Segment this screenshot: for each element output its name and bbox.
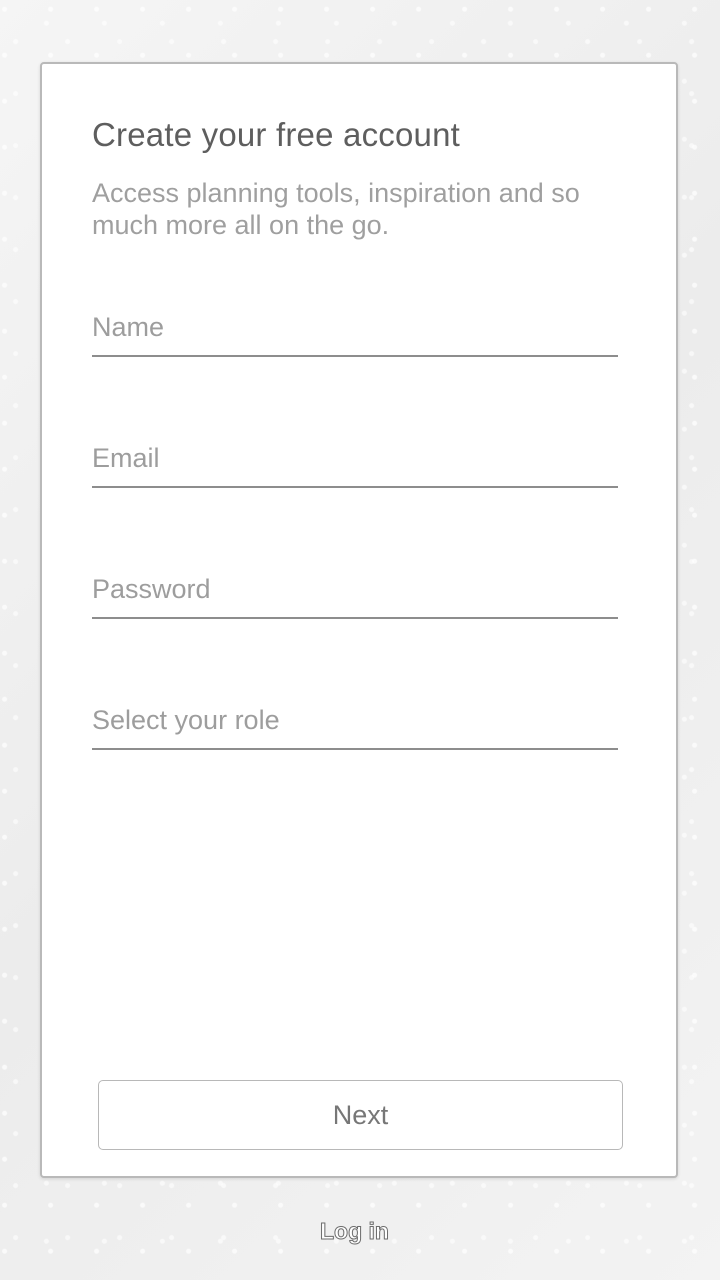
email-field[interactable] xyxy=(92,430,618,488)
signup-card: Create your free account Access planning… xyxy=(40,62,678,1178)
email-input[interactable] xyxy=(92,430,618,486)
role-select-value[interactable]: Select your role xyxy=(92,692,618,748)
page-subtitle: Access planning tools, inspiration and s… xyxy=(92,178,580,240)
page-title: Create your free account xyxy=(92,116,460,153)
role-select[interactable]: Select your role xyxy=(92,692,618,750)
name-field[interactable] xyxy=(92,299,618,357)
login-link[interactable]: Log in xyxy=(320,1218,390,1245)
password-input[interactable] xyxy=(92,561,618,617)
next-button[interactable]: Next xyxy=(98,1080,623,1150)
name-input[interactable] xyxy=(92,299,618,355)
password-field[interactable] xyxy=(92,561,618,619)
